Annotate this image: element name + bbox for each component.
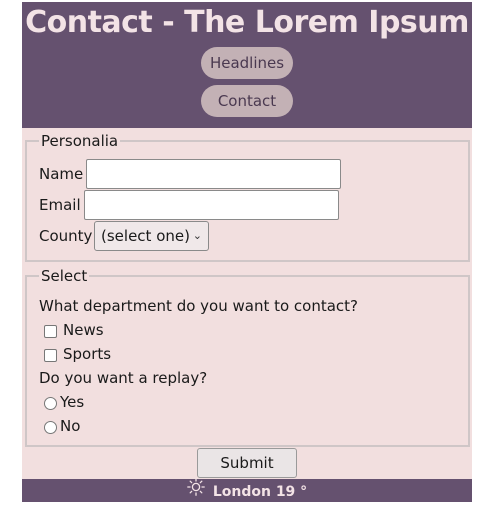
county-select[interactable]: (select one) ⌄ (94, 221, 209, 251)
news-checkbox[interactable] (44, 325, 57, 338)
chevron-down-icon: ⌄ (192, 229, 202, 242)
county-selected-value: (select one) (101, 227, 190, 245)
name-label: Name (39, 165, 84, 183)
department-question: What department do you want to contact? (39, 297, 359, 315)
weather-text: London 19 ° (212, 484, 308, 500)
select-legend: Select (39, 267, 90, 285)
page: Contact - The Lorem Ipsum Headlines Cont… (22, 2, 472, 502)
site-footer: London 19 ° (22, 478, 472, 505)
weather-widget: London 19 ° (22, 478, 472, 505)
page-title: Contact - The Lorem Ipsum (25, 5, 469, 40)
sports-label: Sports (63, 345, 112, 363)
email-label: Email (39, 196, 81, 214)
personalia-legend: Personalia (39, 132, 121, 150)
reply-question: Do you want a replay? (39, 369, 208, 387)
county-label: County (39, 227, 93, 245)
sun-icon (186, 478, 205, 504)
nav-headlines-button[interactable]: Headlines (201, 47, 293, 79)
personalia-fieldset: Personalia Name Email County (select one… (25, 132, 470, 262)
reply-no-label: No (60, 417, 81, 435)
nav-contact-button[interactable]: Contact (201, 85, 293, 117)
reply-yes-radio[interactable] (44, 397, 57, 410)
email-field[interactable] (84, 190, 339, 220)
reply-yes-label: Yes (60, 393, 85, 411)
sports-checkbox[interactable] (44, 349, 57, 362)
reply-no-radio[interactable] (44, 421, 57, 434)
submit-button[interactable]: Submit (197, 448, 297, 478)
site-header: Contact - The Lorem Ipsum Headlines Cont… (22, 2, 472, 128)
name-field[interactable] (86, 159, 341, 189)
select-fieldset: Select What department do you want to co… (25, 267, 470, 447)
news-label: News (63, 321, 104, 339)
